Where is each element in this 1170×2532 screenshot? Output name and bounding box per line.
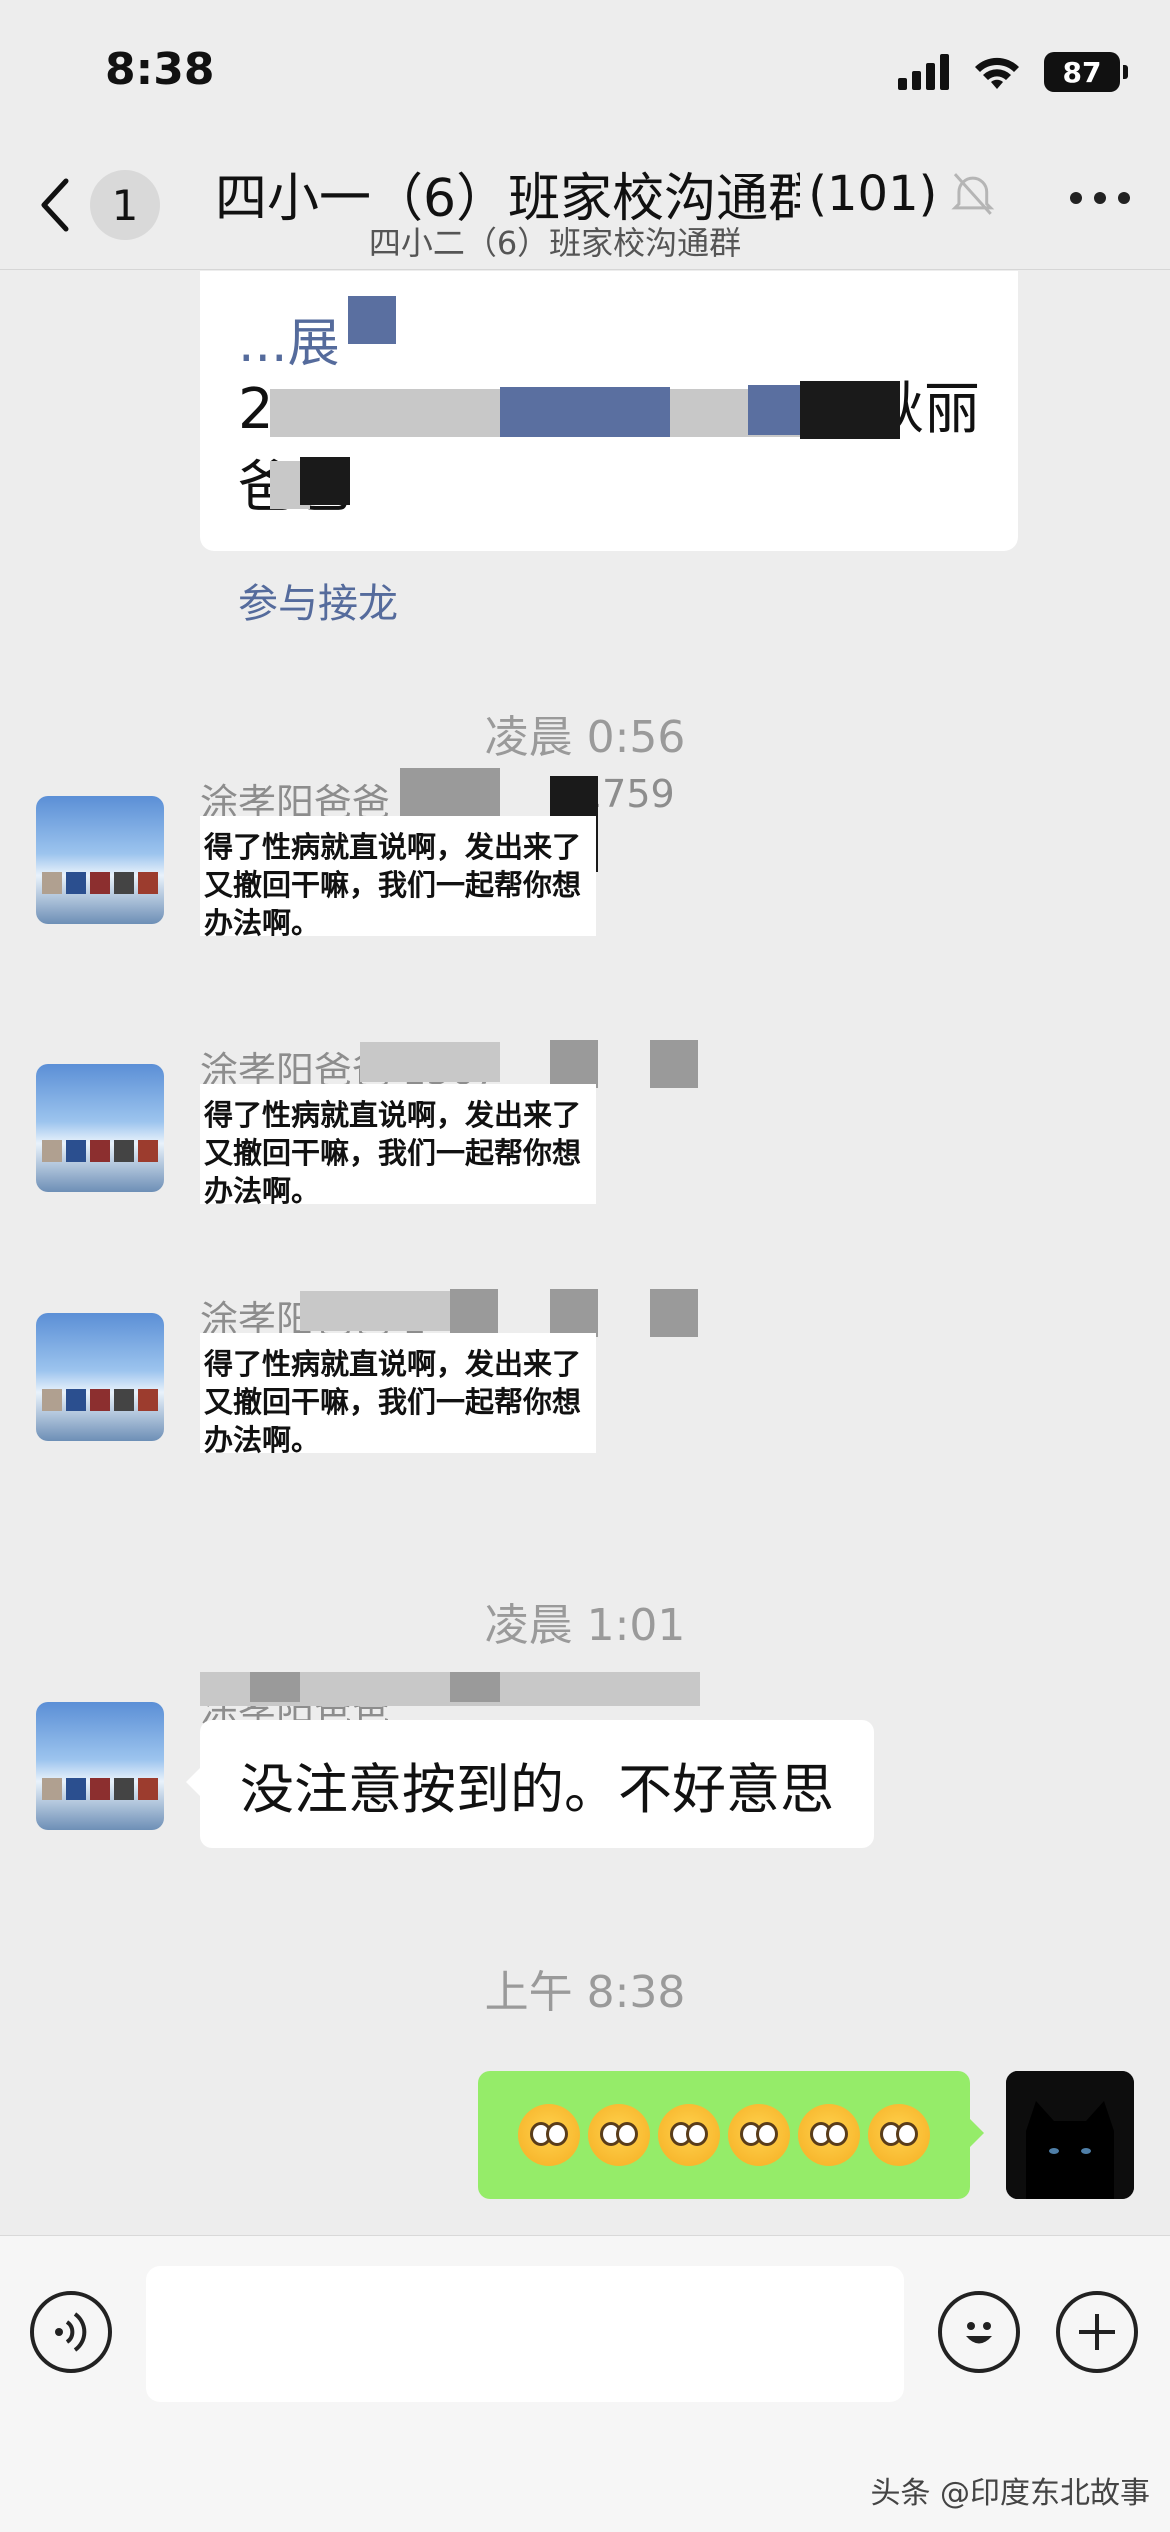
emoji-button[interactable] [938,2291,1020,2373]
redaction-block [360,1042,500,1082]
input-bar: 头条 @印度东北故事 [0,2235,1170,2532]
avatar[interactable] [36,1702,164,1830]
status-icons: 87 [898,52,1128,92]
redaction-block [300,1291,450,1331]
redaction-block [300,457,350,505]
timestamp: 凌晨 0:56 [484,712,686,763]
voice-button[interactable] [30,2291,112,2373]
text-message[interactable]: 没注意按到的。不好意思 [186,1720,874,1848]
avatar[interactable] [36,796,164,924]
status-bar: 8:38 87 [0,0,1170,150]
flushed-face-emoji [798,2104,860,2166]
voice-icon [55,2312,87,2352]
redaction-block [400,768,500,818]
solitaire-line-2-start: 2 [238,377,274,442]
watermark: 头条 @印度东北故事 [870,2476,1150,2511]
plus-icon [1079,2314,1115,2350]
more-dots-icon[interactable] [1070,192,1130,204]
flushed-face-emoji [728,2104,790,2166]
timestamp: 上午 8:38 [484,1967,686,2018]
wifi-icon [975,57,1019,89]
solitaire-card[interactable]: ...展 2 爸爸 秋丽 [200,271,1018,551]
redaction-block [348,296,396,344]
avatar[interactable] [36,1064,164,1192]
flushed-face-emoji [658,2104,720,2166]
redaction-block [250,1672,300,1702]
image-message[interactable]: 得了性病就直说啊，发出来了又撤回干嘛，我们一起帮你想办法啊。 [200,816,596,940]
message-input[interactable] [146,2266,904,2402]
status-time: 8:38 [105,44,215,95]
image-message[interactable]: 得了性病就直说啊，发出来了又撤回干嘛，我们一起帮你想办法啊。 [200,1084,596,1208]
chat-header: 1 四小一（6）班家校沟通群 (101) 四小二（6）班家校沟通群 [0,150,1170,270]
flushed-face-emoji [588,2104,650,2166]
flushed-face-emoji [868,2104,930,2166]
redaction-block [450,1289,498,1337]
flushed-face-emoji [518,2104,580,2166]
redaction-block [748,385,804,435]
cellular-signal-icon [898,54,949,90]
chat-subtitle: 四小二（6）班家校沟通群 [368,224,742,262]
redaction-block [450,1672,500,1702]
emoji-icon [966,2322,992,2344]
redaction-block [550,1289,598,1337]
redaction-block [800,381,900,439]
member-count: (101) [808,165,938,222]
battery-indicator: 87 [1044,52,1128,92]
my-avatar[interactable] [1006,2071,1134,2199]
avatar[interactable] [36,1313,164,1441]
solitaire-line-1: ...展 [238,314,340,374]
redaction-block [650,1289,698,1337]
redaction-block [650,1040,698,1088]
plus-button[interactable] [1056,2291,1138,2373]
redaction-block [550,1040,598,1088]
image-message[interactable]: 得了性病就直说啊，发出来了又撤回干嘛，我们一起帮你想办法啊。 [200,1333,596,1457]
black-cat-avatar-image [1006,2071,1134,2199]
redaction-block [270,389,500,437]
timestamp: 凌晨 1:01 [484,1600,686,1651]
join-solitaire-link[interactable]: 参与接龙 [238,571,398,629]
chat-message-list[interactable]: ...展 2 爸爸 秋丽 参与接龙 凌晨 0:56 涂孝阳爸爸 1 1759 得… [0,271,1170,2235]
bell-slash-icon [951,172,995,215]
my-emoji-message[interactable] [478,2071,984,2199]
redaction-block [500,387,670,437]
